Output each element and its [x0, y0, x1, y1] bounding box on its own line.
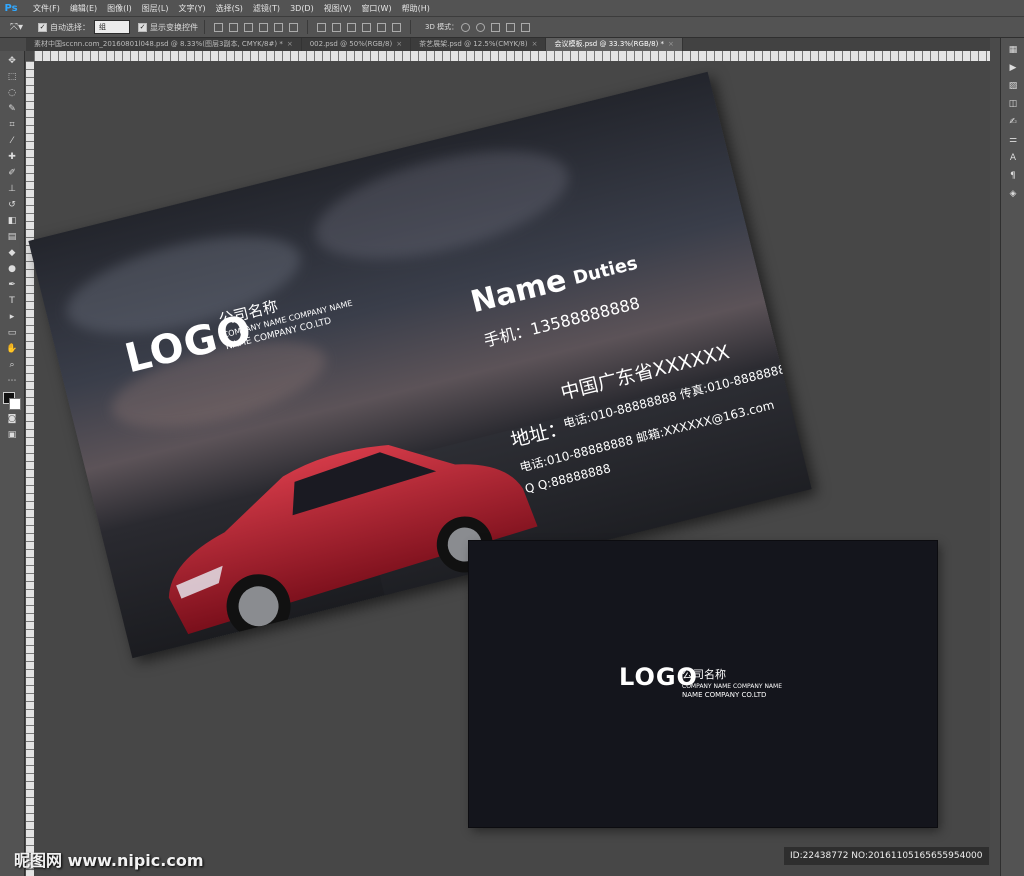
business-card-back[interactable]: LOGO 公司名称 COMPANY NAME COMPANY NAME NAME…: [469, 541, 937, 827]
left-ruler[interactable]: [26, 61, 34, 876]
back-company-en-2: NAME COMPANY CO.LTD: [682, 691, 767, 699]
menu-window[interactable]: 窗口(W): [356, 3, 396, 14]
3d-pan-icon[interactable]: [491, 22, 501, 32]
brush-panel-icon[interactable]: ✍: [1006, 116, 1020, 128]
close-icon[interactable]: ×: [287, 40, 293, 48]
menu-edit[interactable]: 编辑(E): [65, 3, 102, 14]
properties-panel-icon[interactable]: ▨: [1006, 80, 1020, 92]
background-color-swatch[interactable]: [9, 398, 21, 410]
separator: [307, 20, 308, 34]
character-panel-icon[interactable]: A: [1006, 152, 1020, 164]
play-icon[interactable]: ▶: [1006, 62, 1020, 74]
photoshop-logo[interactable]: Ps: [2, 1, 20, 15]
distribute-bottom-icon[interactable]: [347, 22, 356, 32]
auto-select-dropdown[interactable]: 组: [94, 20, 130, 34]
screen-mode-icon[interactable]: ▣: [5, 429, 19, 441]
menu-select[interactable]: 选择(S): [211, 3, 248, 14]
close-icon[interactable]: ×: [532, 40, 538, 48]
distribute-center-icon[interactable]: [377, 22, 386, 32]
tab-doc-3[interactable]: 茶艺展架.psd @ 12.5%(CMYK/8) ×: [411, 38, 547, 51]
move-tool-icon[interactable]: ⤧▾: [10, 22, 30, 33]
back-company-en-1: COMPANY NAME COMPANY NAME: [682, 683, 783, 690]
color-panel-icon[interactable]: ▦: [1006, 44, 1020, 56]
close-icon[interactable]: ×: [668, 40, 674, 48]
show-transform-checkbox[interactable]: ✓: [138, 22, 147, 32]
path-select-tool-icon[interactable]: ▸: [5, 311, 19, 323]
watermark-right: ID:22438772 NO:20161105165655954000: [784, 847, 989, 865]
type-tool-icon[interactable]: T: [5, 295, 19, 307]
pen-tool-icon[interactable]: ✒: [5, 279, 19, 291]
move-tool-icon[interactable]: ✥: [5, 55, 19, 67]
tab-doc-4[interactable]: 会议模板.psd @ 33.3%(RGB/8) * ×: [546, 38, 683, 51]
color-swatches[interactable]: [2, 391, 22, 410]
close-icon[interactable]: ×: [396, 40, 402, 48]
lasso-tool-icon[interactable]: ◌: [5, 87, 19, 99]
menu-3d[interactable]: 3D(D): [285, 4, 319, 13]
auto-select-label: 自动选择：: [50, 22, 90, 32]
tools-panel: ✥ ⬚ ◌ ✎ ⌗ ⁄ ✚ ✐ ⊥ ↺ ◧ ▤ ◆ ● ✒ T ▸ ▭ ✋ ⌕ …: [0, 51, 25, 876]
menu-help[interactable]: 帮助(H): [397, 3, 435, 14]
document-tabs: 素材中国sccnn.com_20160801l048.psd @ 8.33%(图…: [26, 38, 990, 51]
dodge-tool-icon[interactable]: ●: [5, 263, 19, 275]
3d-panel-icon[interactable]: ◈: [1006, 188, 1020, 200]
blur-tool-icon[interactable]: ◆: [5, 247, 19, 259]
back-company-name: 公司名称: [682, 668, 726, 681]
3d-slide-icon[interactable]: [506, 22, 516, 32]
align-top-icon[interactable]: [214, 22, 223, 32]
menu-layer[interactable]: 图层(L): [137, 3, 174, 14]
menu-image[interactable]: 图像(I): [102, 3, 137, 14]
quick-select-tool-icon[interactable]: ✎: [5, 103, 19, 115]
align-middle-icon[interactable]: [229, 22, 238, 32]
align-right-icon[interactable]: [289, 22, 298, 32]
crop-tool-icon[interactable]: ⌗: [5, 119, 19, 131]
watermark-left: 昵图网 www.nipic.com: [14, 851, 204, 870]
distribute-middle-icon[interactable]: [332, 22, 341, 32]
align-center-icon[interactable]: [274, 22, 283, 32]
distribute-left-icon[interactable]: [362, 22, 371, 32]
stamp-tool-icon[interactable]: ⊥: [5, 183, 19, 195]
align-left-icon[interactable]: [259, 22, 268, 32]
distribute-right-icon[interactable]: [392, 22, 401, 32]
layers-panel-icon[interactable]: ◫: [1006, 98, 1020, 110]
eyedropper-tool-icon[interactable]: ⁄: [5, 135, 19, 147]
menu-view[interactable]: 视图(V): [319, 3, 357, 14]
gradient-tool-icon[interactable]: ▤: [5, 231, 19, 243]
separator: [204, 20, 205, 34]
3d-mode-label: 3D 模式：: [425, 23, 459, 31]
hand-tool-icon[interactable]: ✋: [5, 343, 19, 355]
3d-scale-icon[interactable]: [521, 22, 531, 32]
menu-bar: Ps 文件(F) 编辑(E) 图像(I) 图层(L) 文字(Y) 选择(S) 滤…: [0, 0, 1024, 16]
history-brush-tool-icon[interactable]: ↺: [5, 199, 19, 211]
tab-doc-1[interactable]: 素材中国sccnn.com_20160801l048.psd @ 8.33%(图…: [26, 38, 302, 51]
adjustments-panel-icon[interactable]: ⚌: [1006, 134, 1020, 146]
zoom-tool-icon[interactable]: ⌕: [5, 359, 19, 371]
align-bottom-icon[interactable]: [244, 22, 253, 32]
3d-roll-icon[interactable]: [476, 22, 486, 32]
more-tools-icon[interactable]: ⋯: [5, 375, 19, 387]
3d-rotate-icon[interactable]: [461, 22, 471, 32]
paragraph-panel-icon[interactable]: ¶: [1006, 170, 1020, 182]
auto-select-checkbox[interactable]: ✓: [38, 22, 47, 32]
eraser-tool-icon[interactable]: ◧: [5, 215, 19, 227]
distribute-top-icon[interactable]: [317, 22, 326, 32]
separator: [410, 20, 411, 34]
show-transform-label: 显示变换控件: [150, 22, 198, 32]
options-bar: ⤧▾ ✓ 自动选择： 组 ✓ 显示变换控件 3D 模式：: [0, 16, 1024, 38]
top-ruler[interactable]: [34, 51, 990, 61]
shape-tool-icon[interactable]: ▭: [5, 327, 19, 339]
marquee-tool-icon[interactable]: ⬚: [5, 71, 19, 83]
right-panel-dock: ▦ ▶ ▨ ◫ ✍ ⚌ A ¶ ◈: [1000, 38, 1024, 876]
tab-doc-2[interactable]: 002.psd @ 50%(RGB/8) ×: [301, 38, 412, 51]
quick-mask-icon[interactable]: ◙: [5, 413, 19, 425]
person-duties: Duties: [571, 252, 640, 289]
brush-tool-icon[interactable]: ✐: [5, 167, 19, 179]
menu-file[interactable]: 文件(F): [28, 3, 65, 14]
menu-filter[interactable]: 滤镜(T): [248, 3, 285, 14]
menu-type[interactable]: 文字(Y): [173, 3, 210, 14]
healing-tool-icon[interactable]: ✚: [5, 151, 19, 163]
